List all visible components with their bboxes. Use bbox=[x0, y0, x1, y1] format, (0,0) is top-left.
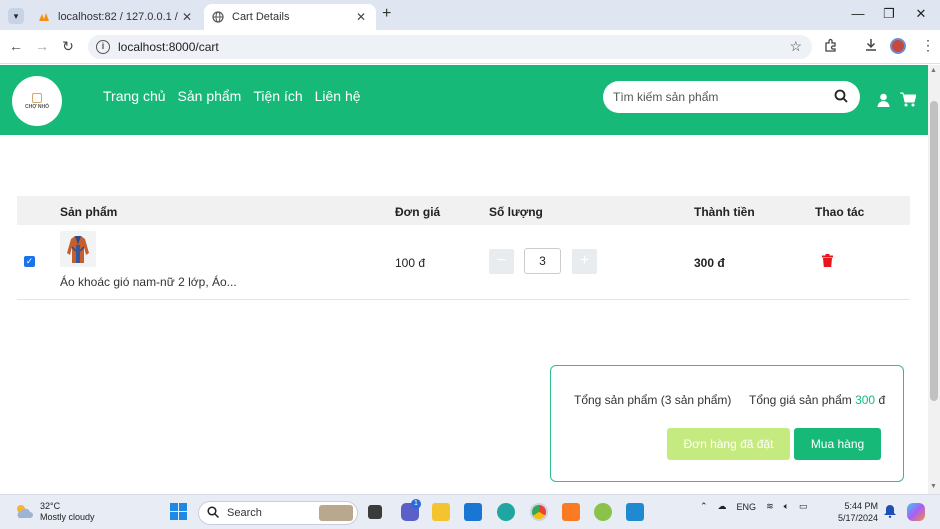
scroll-up-icon[interactable]: ▲ bbox=[930, 67, 937, 74]
item-subtotal: 300 đ bbox=[694, 256, 725, 270]
product-name[interactable]: Áo khoác gió nam-nữ 2 lớp, Áo... bbox=[60, 275, 237, 289]
mail-icon[interactable] bbox=[464, 503, 482, 521]
close-tab-icon[interactable]: ✕ bbox=[180, 10, 194, 24]
nav-products[interactable]: Sản phẩm bbox=[178, 88, 242, 104]
placed-orders-button[interactable]: Đơn hàng đã đặt bbox=[667, 428, 790, 460]
decrease-quantity-button[interactable]: − bbox=[489, 249, 514, 274]
xampp-icon[interactable] bbox=[562, 503, 580, 521]
windows-start-icon[interactable] bbox=[170, 503, 187, 523]
restore-icon[interactable]: ❐ bbox=[874, 6, 904, 22]
cloud-icon[interactable]: ☁ bbox=[718, 501, 727, 512]
chevron-up-icon[interactable]: ⌃ bbox=[700, 501, 708, 512]
profile-avatar[interactable] bbox=[890, 38, 906, 54]
total-price-value: 300 bbox=[855, 393, 876, 407]
language-indicator[interactable]: ENG bbox=[737, 502, 757, 512]
wifi-icon[interactable]: ≋ bbox=[766, 501, 774, 512]
site-logo[interactable]: CHỢ NHỎ bbox=[12, 76, 62, 126]
close-tab-icon[interactable]: ✕ bbox=[354, 10, 368, 24]
phpmyadmin-icon bbox=[38, 11, 50, 23]
scroll-down-icon[interactable]: ▼ bbox=[930, 483, 937, 490]
nav-utilities[interactable]: Tiện ích bbox=[253, 88, 302, 104]
chrome-icon[interactable] bbox=[530, 503, 548, 521]
task-view-icon[interactable] bbox=[368, 505, 382, 519]
reload-icon[interactable]: ↻ bbox=[58, 38, 78, 55]
tab-list-icon[interactable]: ▾ bbox=[8, 8, 24, 24]
url-text[interactable]: localhost:8000/cart bbox=[118, 40, 219, 54]
table-header: Sản phẩm Đơn giá Số lượng Thành tiền Tha… bbox=[17, 196, 910, 225]
vscode-icon[interactable] bbox=[626, 503, 644, 521]
unit-price: 100 đ bbox=[395, 256, 426, 270]
site-info-icon[interactable]: i bbox=[96, 40, 110, 54]
file-explorer-icon[interactable] bbox=[432, 503, 450, 521]
browser-menu-icon[interactable]: ⋮ bbox=[921, 37, 935, 54]
edge-icon[interactable] bbox=[497, 503, 515, 521]
logo-text: CHỢ NHỎ bbox=[25, 103, 49, 110]
notification-badge: 1 bbox=[411, 499, 421, 509]
search-icon bbox=[207, 505, 220, 521]
minimize-icon[interactable]: — bbox=[843, 6, 873, 21]
taskbar-search[interactable]: Search bbox=[198, 501, 358, 525]
bookmark-star-icon[interactable]: ☆ bbox=[789, 38, 802, 55]
address-bar[interactable]: i localhost:8000/cart ☆ bbox=[88, 35, 812, 59]
increase-quantity-button[interactable]: + bbox=[572, 249, 597, 274]
total-price: Tổng giá sản phẩm 300 đ bbox=[749, 393, 885, 407]
main-nav: Trang chủ Sản phẩm Tiện ích Liên hệ bbox=[103, 88, 361, 104]
item-checkbox[interactable]: ✓ bbox=[24, 256, 35, 267]
browser-toolbar: ← → ↻ i localhost:8000/cart ☆ ⋮ bbox=[0, 30, 940, 64]
weather-condition: Mostly cloudy bbox=[40, 512, 95, 522]
new-tab-button[interactable]: + bbox=[382, 5, 391, 23]
cart-table: Sản phẩm Đơn giá Số lượng Thành tiền Tha… bbox=[17, 196, 910, 300]
notification-bell-icon[interactable] bbox=[884, 505, 896, 521]
trash-icon[interactable] bbox=[822, 254, 833, 270]
total-product-count: Tổng sản phẩm (3 sản phẩm) bbox=[574, 393, 732, 407]
system-tray: ⌃ ☁ ENG ≋ 🔈︎ ▭ bbox=[700, 501, 808, 512]
user-icon[interactable] bbox=[877, 93, 890, 110]
buy-button[interactable]: Mua hàng bbox=[794, 428, 881, 460]
nav-home[interactable]: Trang chủ bbox=[103, 88, 166, 104]
column-quantity: Số lượng bbox=[489, 205, 543, 219]
site-header: CHỢ NHỎ Trang chủ Sản phẩm Tiện ích Liên… bbox=[0, 65, 928, 135]
search-highlight-image bbox=[319, 505, 353, 521]
download-icon[interactable] bbox=[864, 38, 878, 55]
column-unit-price: Đơn giá bbox=[395, 205, 441, 219]
search-box bbox=[603, 81, 860, 113]
product-thumbnail[interactable] bbox=[60, 231, 96, 267]
table-row: ✓ Áo khoác gió nam-nữ 2 lớp, Áo... 100 đ… bbox=[17, 225, 910, 300]
page-scrollbar[interactable]: ▲ ▼ bbox=[928, 65, 940, 494]
copilot-icon[interactable] bbox=[907, 503, 925, 521]
taskbar-search-label: Search bbox=[227, 507, 262, 519]
total-price-label: Tổng giá sản phẩm bbox=[749, 393, 852, 407]
clock-time: 5:44 PM bbox=[844, 501, 879, 511]
column-product: Sản phẩm bbox=[60, 205, 118, 219]
taskbar: 32°C Mostly cloudy Search 1 ⌃ ☁ ENG ≋ 🔈︎… bbox=[0, 494, 940, 529]
tab-cart-details[interactable]: Cart Details ✕ bbox=[204, 4, 376, 30]
taskbar-clock[interactable]: 5:44 PM 5/17/2024 bbox=[838, 500, 878, 524]
quantity-input[interactable] bbox=[524, 248, 561, 274]
notepad-plus-icon[interactable] bbox=[594, 503, 612, 521]
currency-symbol: đ bbox=[878, 393, 886, 407]
globe-icon bbox=[212, 11, 224, 23]
temperature: 32°C bbox=[40, 501, 61, 511]
clock-date: 5/17/2024 bbox=[838, 513, 879, 523]
forward-icon[interactable]: → bbox=[32, 38, 52, 54]
shopping-bag-icon bbox=[32, 92, 42, 103]
battery-icon[interactable]: ▭ bbox=[799, 501, 808, 512]
tab-phpmyadmin[interactable]: localhost:82 / 127.0.0.1 / chonh ✕ bbox=[30, 4, 202, 30]
column-actions: Thao tác bbox=[815, 205, 865, 219]
extensions-icon[interactable] bbox=[824, 38, 838, 55]
column-subtotal: Thành tiền bbox=[694, 205, 755, 219]
search-icon[interactable] bbox=[834, 89, 848, 106]
search-input[interactable] bbox=[613, 90, 813, 104]
cloudy-icon bbox=[14, 503, 34, 522]
volume-icon[interactable]: 🔈︎ bbox=[784, 501, 789, 512]
nav-contact[interactable]: Liên hệ bbox=[315, 88, 361, 104]
back-icon[interactable]: ← bbox=[6, 38, 26, 54]
weather-widget[interactable]: 32°C Mostly cloudy bbox=[14, 501, 95, 523]
close-window-icon[interactable]: ✕ bbox=[906, 6, 936, 22]
cart-icon[interactable] bbox=[900, 92, 917, 110]
scrollbar-thumb[interactable] bbox=[930, 101, 938, 401]
cart-summary: Tổng sản phẩm (3 sản phẩm) Tổng giá sản … bbox=[550, 365, 904, 482]
browser-tab-bar: ▾ localhost:82 / 127.0.0.1 / chonh ✕ Car… bbox=[0, 0, 940, 30]
